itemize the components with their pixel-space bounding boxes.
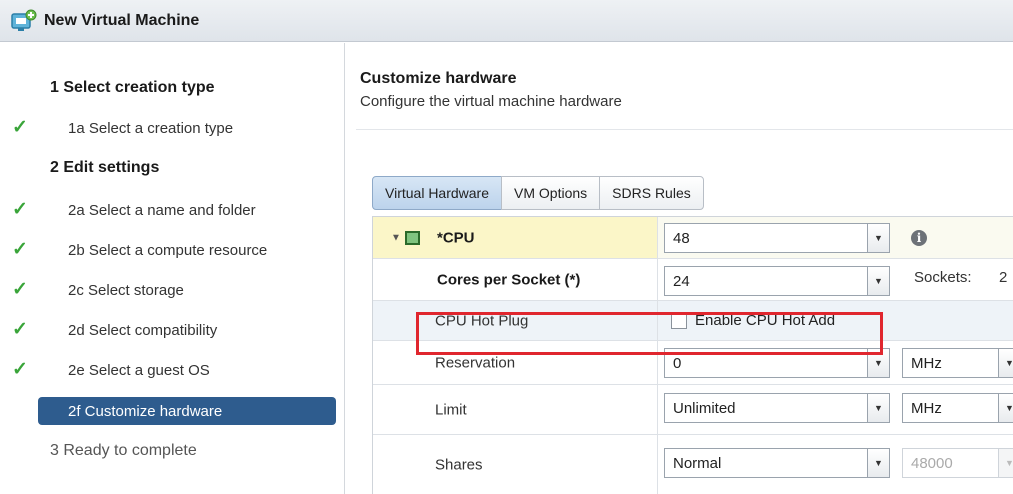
shares-row: Shares Normal ▼ 48000 ▼ — [373, 435, 1013, 494]
reservation-value: 0 — [673, 354, 682, 372]
reservation-label: Reservation — [435, 354, 516, 371]
checkmark-icon: ✓ — [12, 359, 28, 380]
collapse-arrow-icon[interactable]: ▼ — [391, 232, 401, 243]
limit-row: Limit Unlimited ▼ MHz ▼ — [373, 385, 1013, 435]
cores-per-socket-select[interactable]: 24 ▼ — [664, 266, 890, 296]
chevron-down-icon[interactable]: ▼ — [998, 394, 1013, 422]
checkmark-icon: ✓ — [12, 239, 28, 260]
tab-virtual-hardware[interactable]: Virtual Hardware — [372, 176, 503, 210]
step-2d-select-compatibility[interactable]: ✓ 2d Select compatibility — [0, 313, 345, 347]
info-icon[interactable]: i — [911, 230, 927, 246]
step-2a-select-name-and-folder[interactable]: ✓ 2a Select a name and folder — [0, 193, 345, 227]
checkmark-icon: ✓ — [12, 279, 28, 300]
page-subtitle: Configure the virtual machine hardware — [360, 93, 622, 110]
reservation-name-cell: Reservation — [373, 341, 658, 384]
chevron-down-icon[interactable]: ▼ — [867, 267, 889, 295]
step-label: 1 Select creation type — [50, 79, 215, 96]
cores-per-socket-row: Cores per Socket (*) 24 ▼ Sockets: 2 — [373, 259, 1013, 301]
shares-label: Shares — [435, 456, 483, 474]
step-2f-customize-hardware[interactable]: 2f Customize hardware — [0, 394, 345, 428]
enable-cpu-hot-add-option[interactable]: Enable CPU Hot Add — [671, 312, 835, 329]
reservation-row: Reservation 0 ▼ MHz ▼ — [373, 341, 1013, 385]
cpu-name-cell: ▼ *CPU — [373, 217, 658, 258]
checkmark-icon: ✓ — [12, 199, 28, 220]
step-label: 2a Select a name and folder — [68, 201, 256, 219]
step-label: 2 Edit settings — [50, 159, 160, 176]
shares-select[interactable]: Normal ▼ — [664, 448, 890, 478]
cpu-row: ▼ *CPU 48 ▼ i — [373, 217, 1013, 259]
limit-unit-select[interactable]: MHz ▼ — [902, 393, 1013, 423]
sockets-label: Sockets: — [914, 269, 972, 286]
reservation-input[interactable]: 0 ▼ — [664, 348, 890, 378]
shares-value: Normal — [673, 454, 722, 472]
step-label: 2c Select storage — [68, 281, 184, 299]
step-label: 2e Select a guest OS — [68, 361, 210, 379]
shares-amount-value: 48000 — [911, 454, 953, 472]
step-3-ready-to-complete[interactable]: 3 Ready to complete — [0, 434, 345, 468]
reservation-unit-value: MHz — [911, 354, 942, 372]
page-title: Customize hardware — [360, 70, 517, 87]
hot-plug-name-cell: CPU Hot Plug — [373, 301, 658, 340]
main-panel: Customize hardware Configure the virtual… — [346, 43, 1013, 494]
tab-vm-options[interactable]: VM Options — [501, 176, 601, 210]
step-2c-select-storage[interactable]: ✓ 2c Select storage — [0, 273, 345, 307]
chevron-down-icon: ▼ — [998, 449, 1013, 477]
step-2b-select-compute-resource[interactable]: ✓ 2b Select a compute resource — [0, 233, 345, 267]
chevron-down-icon[interactable]: ▼ — [867, 449, 889, 477]
chevron-down-icon[interactable]: ▼ — [867, 394, 889, 422]
cores-per-socket-label: Cores per Socket (*) — [437, 271, 581, 288]
step-label: 2d Select compatibility — [68, 321, 218, 339]
cpu-label: *CPU — [437, 229, 475, 246]
new-vm-icon — [10, 8, 38, 34]
cpu-hot-plug-label: CPU Hot Plug — [435, 312, 529, 329]
cpu-chip-icon — [405, 230, 420, 245]
checkmark-icon: ✓ — [12, 319, 28, 340]
cores-per-socket-value: 24 — [673, 272, 690, 290]
step-1a-select-a-creation-type[interactable]: ✓ 1a Select a creation type — [0, 111, 345, 145]
step-2e-select-guest-os[interactable]: ✓ 2e Select a guest OS — [0, 353, 345, 387]
cpu-count-select[interactable]: 48 ▼ — [664, 223, 890, 253]
cpu-count-value: 48 — [673, 229, 690, 247]
step-label: 2f Customize hardware — [68, 402, 223, 420]
limit-input[interactable]: Unlimited ▼ — [664, 393, 890, 423]
limit-value: Unlimited — [673, 399, 736, 417]
tab-sdrs-rules[interactable]: SDRS Rules — [599, 176, 704, 210]
step-1-select-creation-type[interactable]: 1 Select creation type — [0, 71, 345, 105]
cores-name-cell: Cores per Socket (*) — [373, 259, 658, 300]
step-label: 3 Ready to complete — [50, 442, 197, 459]
limit-unit-value: MHz — [911, 399, 942, 417]
step-2-edit-settings[interactable]: 2 Edit settings — [0, 151, 345, 185]
step-label: 1a Select a creation type — [68, 119, 234, 137]
chevron-down-icon[interactable]: ▼ — [867, 224, 889, 252]
hardware-tabs: Virtual Hardware VM Options SDRS Rules — [372, 176, 704, 210]
sockets-value: 2 — [999, 269, 1008, 286]
limit-label: Limit — [435, 401, 467, 418]
chevron-down-icon[interactable]: ▼ — [998, 349, 1013, 377]
enable-cpu-hot-add-label: Enable CPU Hot Add — [695, 312, 836, 329]
checkmark-icon: ✓ — [12, 117, 28, 138]
window-title: New Virtual Machine — [44, 11, 200, 29]
step-label: 2b Select a compute resource — [68, 241, 268, 259]
chevron-down-icon[interactable]: ▼ — [867, 349, 889, 377]
shares-amount-input: 48000 ▼ — [902, 448, 1013, 478]
enable-cpu-hot-add-checkbox[interactable] — [671, 312, 687, 329]
wizard-steps-nav: 1 Select creation type ✓ 1a Select a cre… — [0, 43, 345, 494]
shares-name-cell: Shares — [373, 435, 658, 494]
title-bar: New Virtual Machine — [0, 0, 1013, 42]
divider — [356, 129, 1013, 130]
limit-name-cell: Limit — [373, 385, 658, 434]
reservation-unit-select[interactable]: MHz ▼ — [902, 348, 1013, 378]
hardware-grid: ▼ *CPU 48 ▼ i Cores per Socket (*) 24 ▼ … — [372, 216, 1013, 494]
cpu-hot-plug-row: CPU Hot Plug Enable CPU Hot Add — [373, 301, 1013, 341]
